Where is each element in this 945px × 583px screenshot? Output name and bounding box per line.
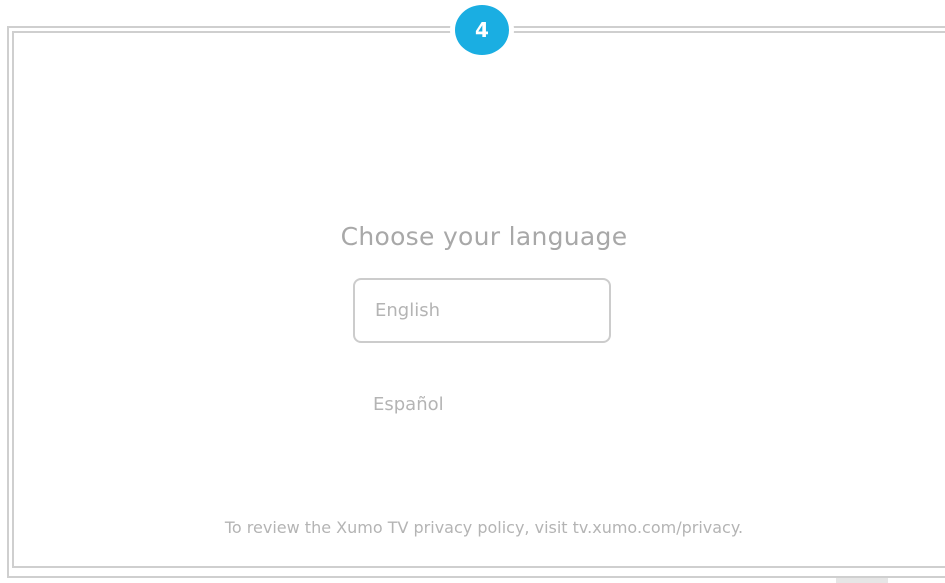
privacy-notice: To review the Xumo TV privacy policy, vi…	[224, 518, 744, 537]
step-number-badge: 4	[455, 5, 509, 55]
language-option-english[interactable]: English	[353, 278, 611, 343]
page-title: Choose your language	[340, 222, 628, 251]
language-option-espanol[interactable]: Español	[353, 390, 611, 418]
tv-stand	[836, 578, 888, 583]
tv-setup-screen: 4 Choose your language English Español T…	[0, 0, 945, 583]
language-option-label: English	[375, 300, 440, 321]
language-option-label: Español	[373, 393, 444, 415]
